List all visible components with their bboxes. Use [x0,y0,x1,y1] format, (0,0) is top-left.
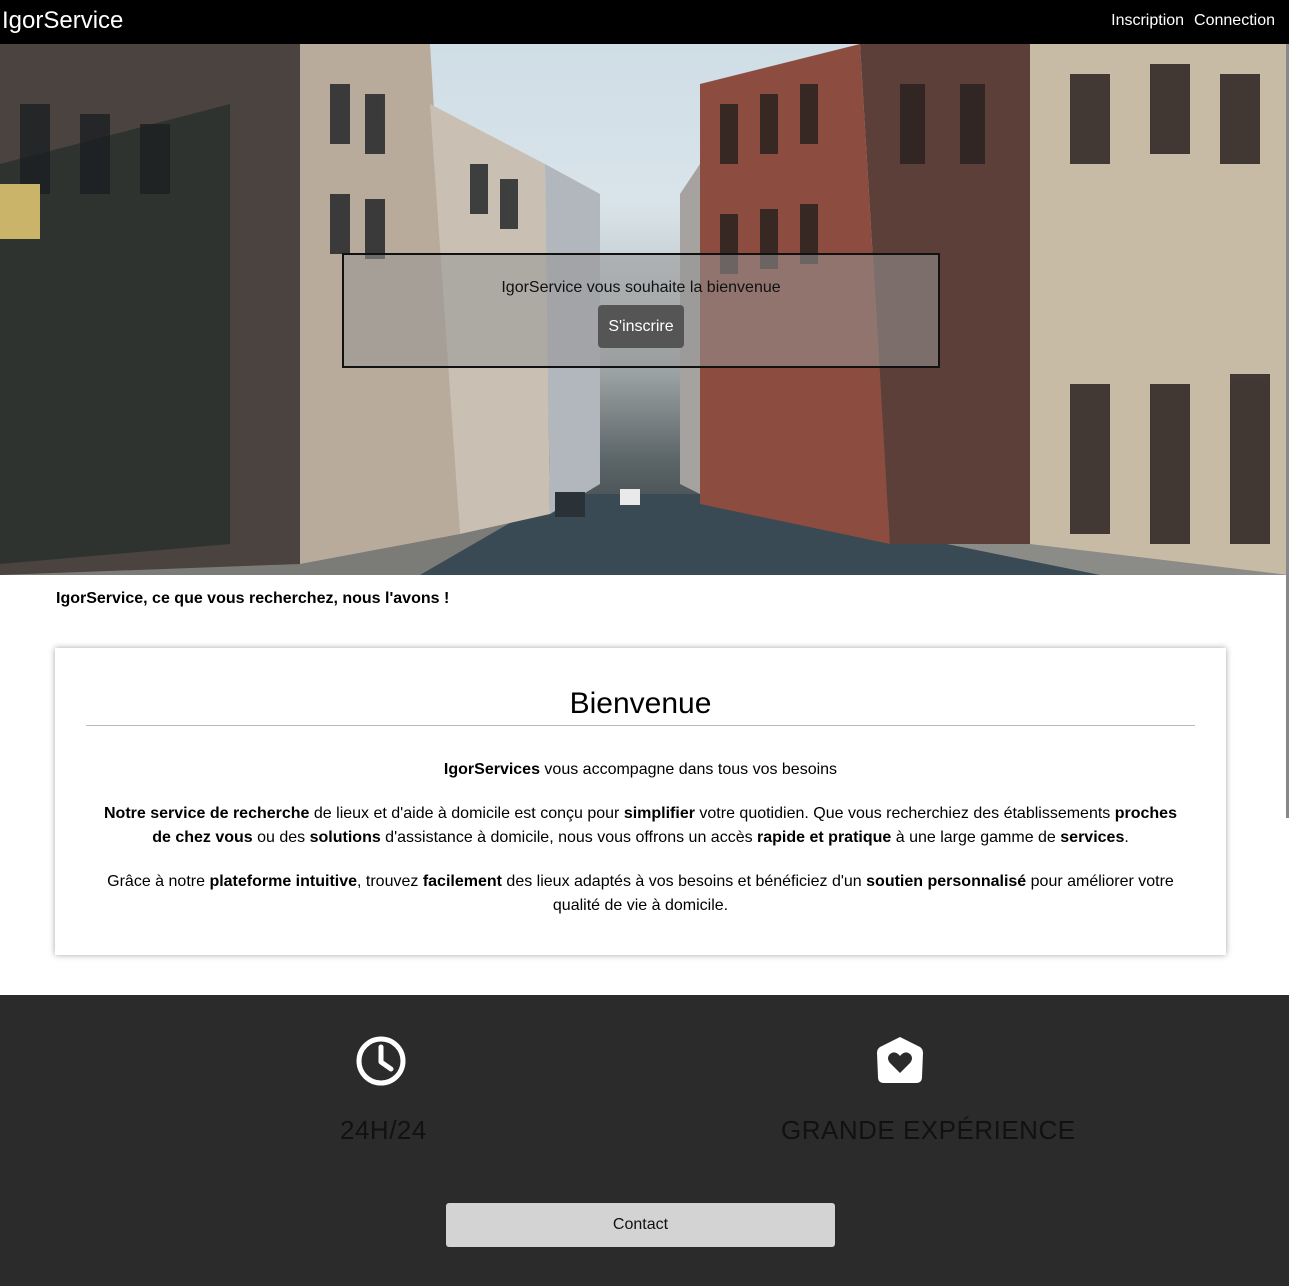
body-text: ou des [252,829,310,846]
body-text: votre quotidien. Que vous recherchiez de… [694,805,1115,822]
emphasis-text: soutien personnalisé [866,873,1027,890]
welcome-message: IgorService vous souhaite la bienvenue [501,279,781,296]
card-divider [86,725,1195,726]
nav-link-inscription[interactable]: Inscription [1111,11,1184,31]
feature-label-experience: GRANDE EXPÉRIENCE [781,1115,1076,1145]
features-section: 24H/24 GRANDE EXPÉRIENCE Contact [0,995,1289,1286]
emphasis-text: plateforme intuitive [209,873,358,890]
body-text: des lieux adaptés à vos besoins et bénéf… [501,873,867,890]
body-text: d'assistance à domicile, nous vous offro… [380,829,758,846]
heart-shield-icon [877,1037,923,1083]
hero-banner: IgorService vous souhaite la bienvenue S… [0,44,1289,575]
top-navbar: IgorService Inscription Connection [0,0,1289,44]
body-text: vous accompagne dans tous vos besoins [539,761,838,778]
card-paragraph-2: Notre service de recherche de lieux et d… [96,802,1186,850]
emphasis-text: solutions [309,829,381,846]
card-paragraph-3: Grâce à notre plateforme intuitive, trou… [96,870,1186,918]
body-text: Grâce à notre [107,873,210,890]
body-text: . [1124,829,1129,846]
feature-label-24h: 24H/24 [340,1115,427,1145]
emphasis-text: Notre service de recherche [104,805,310,822]
welcome-box: IgorService vous souhaite la bienvenue S… [342,253,940,368]
card-paragraph-1: IgorServices vous accompagne dans tous v… [96,758,1186,782]
body-text: , trouvez [357,873,423,890]
signup-button[interactable]: S'inscrire [598,305,684,348]
body-text: à une large gamme de [891,829,1061,846]
welcome-card: Bienvenue IgorServices vous accompagne d… [55,648,1226,955]
emphasis-text: facilement [422,873,502,890]
nav-links: Inscription Connection [1111,11,1275,31]
brand-logo-link[interactable]: IgorService [2,7,123,35]
contact-button[interactable]: Contact [446,1203,835,1247]
clock-icon [356,1036,406,1086]
tagline: IgorService, ce que vous recherchez, nou… [56,590,450,607]
body-text: de lieux et d'aide à domicile est conçu … [309,805,624,822]
nav-link-connection[interactable]: Connection [1194,11,1275,31]
emphasis-text: simplifier [623,805,695,822]
emphasis-text: rapide et pratique [757,829,892,846]
card-title: Bienvenue [569,687,712,720]
emphasis-text: IgorServices [443,761,540,778]
emphasis-text: services [1060,829,1125,846]
